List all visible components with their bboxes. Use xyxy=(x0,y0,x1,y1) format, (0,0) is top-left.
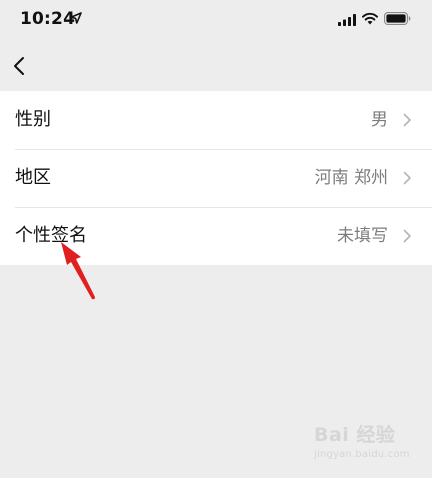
signal-icon xyxy=(338,14,356,26)
watermark-url: jingyan.baidu.com xyxy=(314,449,410,460)
chevron-right-icon xyxy=(403,229,411,243)
settings-row-region[interactable]: 地区 河南 郑州 xyxy=(0,149,432,207)
chevron-right-icon xyxy=(403,171,411,185)
watermark-logo: Bai 经验 xyxy=(314,424,396,446)
row-label: 性别 xyxy=(15,109,51,130)
row-value: 河南 郑州 xyxy=(314,168,388,188)
row-value: 男 xyxy=(371,110,388,130)
settings-list: 性别 男 地区 河南 郑州 个性签名 未填写 xyxy=(0,91,432,265)
status-bar: 10:24 xyxy=(0,0,432,40)
battery-icon xyxy=(384,12,411,25)
back-button[interactable] xyxy=(8,54,32,78)
location-arrow-icon xyxy=(70,12,82,24)
settings-row-gender[interactable]: 性别 男 xyxy=(0,91,432,149)
row-value: 未填写 xyxy=(337,226,388,246)
wifi-icon xyxy=(362,12,378,25)
watermark: Bai 经验 jingyan.baidu.com xyxy=(312,420,412,466)
red-arrow-annotation xyxy=(61,242,95,300)
row-label: 地区 xyxy=(15,167,51,188)
status-time: 10:24 xyxy=(20,9,76,29)
chevron-right-icon xyxy=(403,113,411,127)
